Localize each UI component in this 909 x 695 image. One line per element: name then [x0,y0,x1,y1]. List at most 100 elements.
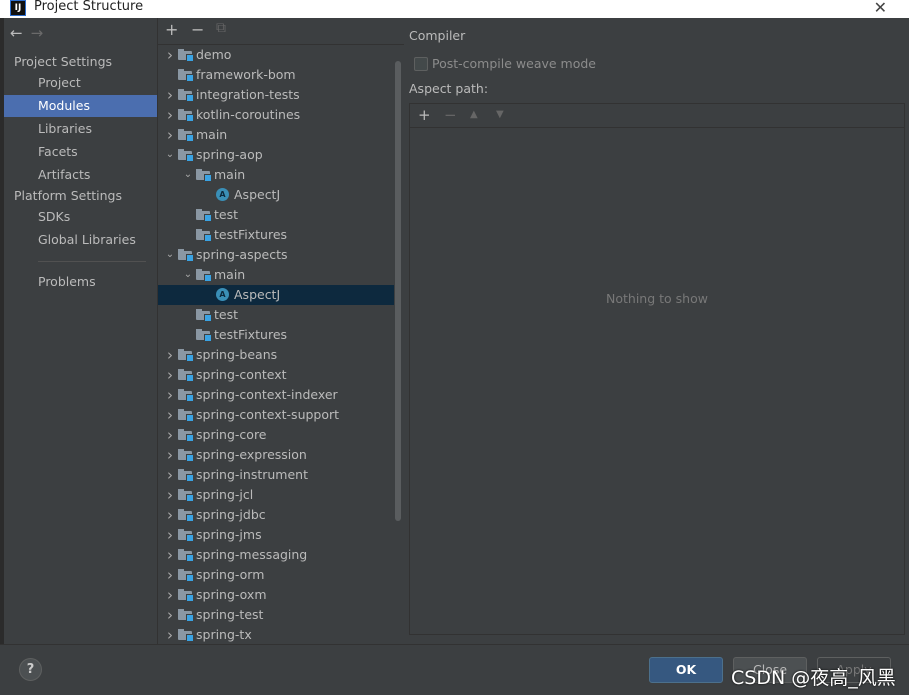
chevron-right-icon[interactable]: › [164,405,176,425]
add-path-icon[interactable]: + [418,106,431,124]
tree-row-label: main [214,267,246,282]
tree-module-row[interactable]: ⌄ main [158,165,394,185]
tree-module-row[interactable]: › main [158,125,394,145]
chevron-right-icon[interactable]: › [164,125,176,145]
chevron-right-icon[interactable]: › [164,365,176,385]
platform-settings-header: Platform Settings [14,188,122,203]
tree-module-row[interactable]: ⌄ spring-aspects [158,245,394,265]
chevron-right-icon[interactable]: › [164,505,176,525]
tree-module-row[interactable]: › spring-instrument [158,465,394,485]
tree-module-row[interactable]: › spring-expression [158,445,394,465]
close-window-icon[interactable]: ✕ [874,0,887,17]
tree-row-label: spring-oxm [196,587,267,602]
module-folder-icon [196,309,212,322]
tree-row-label: demo [196,47,232,62]
nav-item-global-libraries[interactable]: Global Libraries [4,229,157,251]
remove-path-icon[interactable]: − [444,106,457,124]
chevron-right-icon[interactable]: › [164,605,176,625]
chevron-right-icon[interactable]: › [164,585,176,605]
remove-module-icon[interactable]: − [191,20,204,39]
tree-module-row[interactable]: › spring-jdbc [158,505,394,525]
nav-item-artifacts[interactable]: Artifacts [4,164,157,186]
tree-module-row[interactable]: › demo [158,45,394,65]
nav-divider [38,261,146,262]
tree-module-row[interactable]: › spring-messaging [158,545,394,565]
chevron-right-icon[interactable]: › [164,625,176,644]
aspectj-facet-icon: A [216,288,229,301]
nav-item-project[interactable]: Project [4,72,157,94]
tree-row-label: kotlin-coroutines [196,107,301,122]
aspectj-facet-panel: Compiler Post-compile weave mode Aspect … [404,18,909,644]
chevron-right-icon[interactable]: › [164,525,176,545]
tree-module-row[interactable]: test [158,305,394,325]
chevron-right-icon[interactable]: › [164,345,176,365]
tree-module-row[interactable]: › spring-core [158,425,394,445]
chevron-right-icon[interactable]: › [164,425,176,445]
copy-module-icon[interactable]: ⧉ [216,20,226,36]
tree-module-row[interactable]: › spring-jcl [158,485,394,505]
tree-row-label: integration-tests [196,87,300,102]
chevron-right-icon[interactable]: › [164,85,176,105]
tree-module-row[interactable]: › spring-context-indexer [158,385,394,405]
tree-toolbar: + − ⧉ [158,18,404,45]
chevron-right-icon[interactable]: › [164,465,176,485]
forward-arrow-icon[interactable]: → [31,24,52,42]
tree-module-row[interactable]: › spring-orm [158,565,394,585]
tree-module-row[interactable]: › spring-context [158,365,394,385]
tree-module-row[interactable]: › spring-jms [158,525,394,545]
aspect-path-label: Aspect path: [409,81,489,96]
help-icon[interactable]: ? [19,658,42,681]
chevron-down-icon[interactable]: ⌄ [164,245,176,265]
tree-module-row[interactable]: › spring-tx [158,625,394,644]
project-settings-header: Project Settings [14,54,113,69]
tree-module-row[interactable]: ⌄ spring-aop [158,145,394,165]
tree-row-label: testFixtures [214,227,288,242]
ok-button[interactable]: OK [649,657,723,683]
tree-scrollbar[interactable] [395,61,401,521]
module-folder-icon [178,89,194,102]
nav-item-modules[interactable]: Modules [4,95,157,117]
add-module-icon[interactable]: + [165,20,178,39]
post-compile-weave-label[interactable]: Post-compile weave mode [432,56,596,71]
tree-module-row[interactable]: › kotlin-coroutines [158,105,394,125]
chevron-right-icon[interactable]: › [164,385,176,405]
nav-item-libraries[interactable]: Libraries [4,118,157,140]
chevron-down-icon[interactable]: ⌄ [182,265,194,285]
tree-module-row[interactable]: › spring-oxm [158,585,394,605]
aspect-path-list[interactable]: Nothing to show [410,128,904,634]
tree-facet-row[interactable]: A AspectJ [158,185,394,205]
tree-module-row[interactable]: framework-bom [158,65,394,85]
nav-item-facets[interactable]: Facets [4,141,157,163]
module-folder-icon [178,129,194,142]
chevron-down-icon[interactable]: ⌄ [164,145,176,165]
chevron-down-icon[interactable]: ⌄ [182,165,194,185]
tree-module-row[interactable]: › spring-beans [158,345,394,365]
tree-module-row[interactable]: › integration-tests [158,85,394,105]
move-down-icon[interactable]: ▼ [496,109,504,120]
tree-module-row[interactable]: ⌄ main [158,265,394,285]
chevron-right-icon[interactable]: › [164,485,176,505]
chevron-right-icon[interactable]: › [164,105,176,125]
module-folder-icon [178,429,194,442]
tree-facet-row[interactable]: A AspectJ [158,285,394,305]
tree-row-label: spring-jdbc [196,507,266,522]
chevron-right-icon[interactable]: › [164,565,176,585]
chevron-right-icon[interactable]: › [164,45,176,65]
nav-item-problems[interactable]: Problems [4,271,157,293]
tree-module-row[interactable]: › spring-test [158,605,394,625]
post-compile-weave-checkbox[interactable] [414,57,428,71]
tree-module-row[interactable]: testFixtures [158,325,394,345]
back-arrow-icon[interactable]: ← [10,24,31,42]
chevron-right-icon[interactable]: › [164,445,176,465]
tree-row-label: spring-instrument [196,467,308,482]
tree-row-label: framework-bom [196,67,296,82]
module-folder-icon [196,169,212,182]
tree-module-row[interactable]: testFixtures [158,225,394,245]
nav-item-sdks[interactable]: SDKs [4,206,157,228]
tree-module-row[interactable]: › spring-context-support [158,405,394,425]
tree-module-row[interactable]: test [158,205,394,225]
move-up-icon[interactable]: ▲ [470,109,478,120]
tree-row-label: spring-messaging [196,547,308,562]
chevron-right-icon[interactable]: › [164,545,176,565]
aspect-path-list-box: + − ▲ ▼ Nothing to show [409,103,905,635]
